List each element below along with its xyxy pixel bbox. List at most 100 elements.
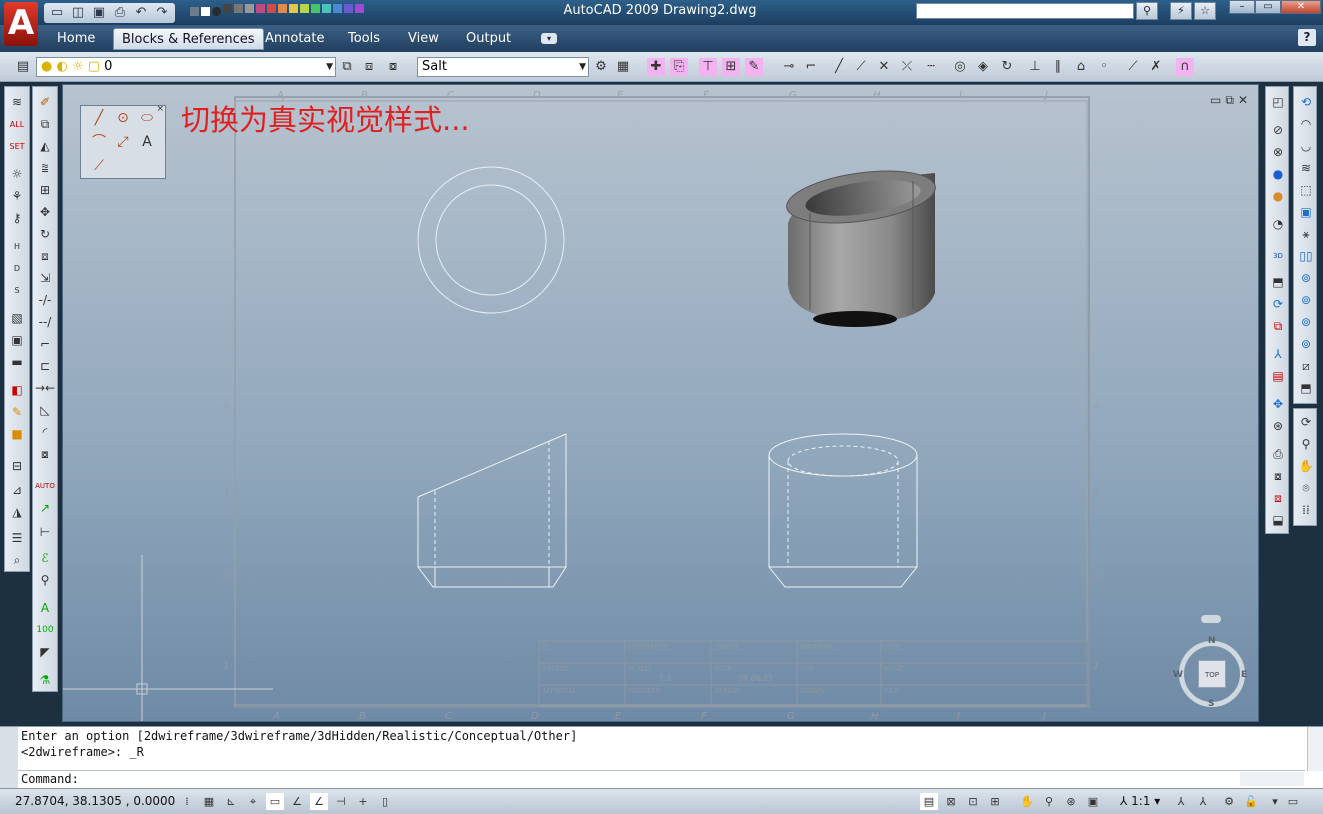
viewcube-top-face[interactable]: TOP <box>1198 660 1226 688</box>
viewport-minimize-icon[interactable]: ▭ <box>1210 93 1221 108</box>
undo-icon[interactable]: ↶ <box>132 4 150 22</box>
attribute-icon[interactable]: ⊤ <box>699 58 717 76</box>
new-icon[interactable]: ▭ <box>48 4 66 22</box>
front-view-drawing[interactable] <box>417 433 567 588</box>
text-style-dropdown[interactable]: Salt ▼ <box>417 57 589 77</box>
explode-icon[interactable]: ⧇ <box>35 445 55 464</box>
lineweight-icon[interactable]: ▯ <box>376 793 394 810</box>
circle-icon[interactable]: ⊙ <box>113 108 133 128</box>
flatshot-icon[interactable]: ⬓ <box>1268 511 1288 530</box>
sphere-icon[interactable]: ● <box>1268 165 1288 184</box>
apparent-intersection-icon[interactable]: ⤫ <box>898 58 916 76</box>
coordinate-readout[interactable]: 27.8704, 38.1305 , 0.0000 <box>15 794 175 808</box>
command-prompt[interactable]: Command: <box>21 772 79 786</box>
dimension-space-icon[interactable]: ⊢ <box>35 523 55 542</box>
tab-view[interactable]: View <box>400 28 447 50</box>
dynamic-ucs-icon[interactable]: ⊣ <box>332 793 350 810</box>
dimension-aligned-icon[interactable]: ⊿ <box>7 481 27 500</box>
scale-icon[interactable]: ⧈ <box>35 247 55 266</box>
nearest-icon[interactable]: ⟋ <box>1124 58 1142 76</box>
convert-icon[interactable]: ⬒ <box>1296 379 1316 398</box>
annotation-scale[interactable]: ⅄ 1:1 ▾ <box>1120 794 1160 808</box>
interfere-icon[interactable]: ⧈ <box>1268 489 1288 508</box>
move-icon[interactable]: ✥ <box>35 203 55 222</box>
rotate-icon[interactable]: ↻ <box>35 225 55 244</box>
fill-icon[interactable]: ■ <box>7 425 27 444</box>
auto-3d-icon[interactable]: 3D <box>1268 247 1288 266</box>
grid-display-icon[interactable]: ⊾ <box>222 793 240 810</box>
zoom-realtime-icon[interactable]: ⚲ <box>1296 435 1316 454</box>
print-icon[interactable]: ⎙ <box>111 4 129 22</box>
steering-wheel-icon[interactable]: ⊛ <box>1062 793 1080 810</box>
object-snap-icon[interactable]: ∠ <box>288 793 306 810</box>
tab-tools[interactable]: Tools <box>340 28 388 50</box>
subtract-icon[interactable]: ⊚ <box>1296 269 1316 288</box>
tab-blocks-references[interactable]: Blocks & References <box>113 28 264 50</box>
dimension-icon[interactable]: ⤢ <box>113 132 133 152</box>
layer-icon[interactable]: ≋ <box>7 93 27 112</box>
erase-icon[interactable]: ✐ <box>35 93 55 112</box>
leader-icon[interactable]: ◤ <box>35 643 55 662</box>
block-editor-icon[interactable]: ✎ <box>745 58 763 76</box>
top-view-inner-circle[interactable] <box>435 184 547 296</box>
ribbon-minimize-icon[interactable]: ▾ <box>541 33 557 44</box>
compass-south[interactable]: S <box>1208 699 1214 709</box>
top-view-outer-circle[interactable] <box>417 166 565 314</box>
ellipse-icon[interactable]: ⬭ <box>137 108 157 128</box>
intersect-icon[interactable]: ⊚ <box>1296 291 1316 310</box>
auto-dimension-icon[interactable]: AUTO <box>35 477 55 496</box>
perpendicular-icon[interactable]: ⊥ <box>1026 58 1044 76</box>
text-icon[interactable]: ☰ <box>7 529 27 548</box>
point-icon[interactable]: ⟋ <box>89 156 109 176</box>
chamfer-icon[interactable]: ◺ <box>35 401 55 420</box>
drawing-canvas[interactable]: A B C D E F G H I J A B C D E F G H I J … <box>63 85 1259 722</box>
render-icon[interactable]: ◔ <box>1268 215 1288 234</box>
offset-icon[interactable]: ⩰ <box>35 159 55 178</box>
layer-delete-icon[interactable]: ▣ <box>7 331 27 350</box>
maximize-window-button[interactable]: ▭ <box>1255 0 1281 14</box>
compass-west[interactable]: W <box>1173 670 1183 680</box>
extend-icon[interactable]: --/ <box>35 313 55 332</box>
hatch-icon[interactable]: ◮ <box>7 503 27 522</box>
ortho-mode-icon[interactable]: ⌖ <box>244 793 262 810</box>
lock-icon[interactable]: 🔓 <box>1242 793 1260 810</box>
break-icon[interactable]: ⌐ <box>35 335 55 354</box>
revolve-icon[interactable]: ⟳ <box>1268 295 1288 314</box>
set-layer-icon[interactable]: SET <box>7 137 27 156</box>
helix-icon[interactable]: ⚹ <box>1296 225 1316 244</box>
command-horizontal-scrollbar[interactable] <box>1240 772 1304 786</box>
layer-lock-icon[interactable]: ⚷ <box>7 209 27 228</box>
all-layers-icon[interactable]: ALL <box>7 115 27 134</box>
layer-walk-icon[interactable]: ▬ <box>7 353 27 372</box>
viewport-restore-icon[interactable]: ⧉ <box>1225 93 1234 108</box>
array-icon[interactable]: ⊞ <box>35 181 55 200</box>
communication-center-icon[interactable]: ⚡ <box>1170 2 1192 20</box>
text-a-icon[interactable]: A <box>137 132 157 152</box>
viewport-close-icon[interactable]: ✕ <box>1238 93 1248 108</box>
no-snap-icon[interactable]: ✗ <box>1147 58 1165 76</box>
pan-icon[interactable]: ✋ <box>1296 457 1316 476</box>
camera-icon[interactable]: ⌾ <box>1296 479 1316 498</box>
dynamic-input-icon[interactable]: + <box>354 793 372 810</box>
quick-view-drawings-icon[interactable]: ⊞ <box>986 793 1004 810</box>
snap-mode-icon[interactable]: ▦ <box>200 793 218 810</box>
center-snap-icon[interactable]: ◎ <box>951 58 969 76</box>
flask-icon[interactable]: ⚗ <box>35 671 55 690</box>
make-current-layer-icon[interactable]: ⧉ <box>338 58 356 76</box>
parallel-icon[interactable]: ∥ <box>1049 58 1067 76</box>
status-menu-chevron-icon[interactable]: ▾ <box>1266 793 1284 810</box>
application-menu-button[interactable]: A <box>4 2 38 46</box>
section-icon[interactable]: ▤ <box>1268 367 1288 386</box>
break-at-point-icon[interactable]: ⊏ <box>35 357 55 376</box>
compass-north[interactable]: N <box>1208 636 1216 646</box>
polyline-icon[interactable]: ⌐ <box>802 58 820 76</box>
command-line-grip[interactable] <box>0 727 18 789</box>
annotation-visibility-icon[interactable]: ⅄ <box>1172 793 1190 810</box>
draw-swap-icon[interactable]: D <box>7 259 27 278</box>
torus-icon[interactable]: ≋ <box>1296 159 1316 178</box>
intersection-icon[interactable]: ✕ <box>875 58 893 76</box>
make-block-icon[interactable]: ⎘ <box>670 58 688 76</box>
close-window-button[interactable]: ✕ <box>1281 0 1321 14</box>
sweep-icon[interactable]: ▣ <box>1296 203 1316 222</box>
insert-block-icon[interactable]: ✚ <box>647 58 665 76</box>
